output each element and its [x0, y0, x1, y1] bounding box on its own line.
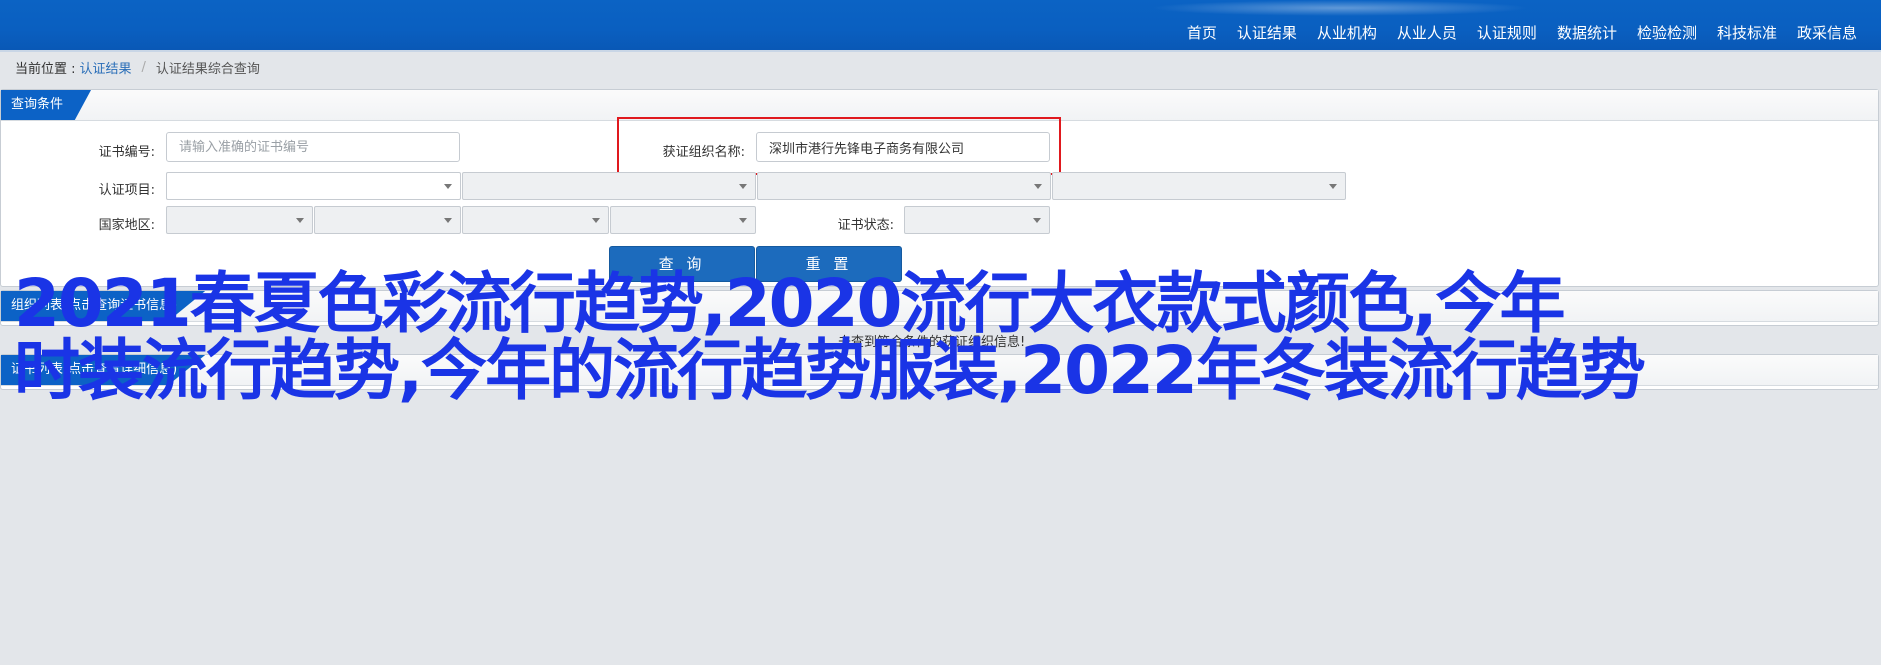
chevron-down-icon: [1329, 184, 1337, 189]
chevron-down-icon: [444, 184, 452, 189]
chevron-down-icon: [296, 218, 304, 223]
nav-item-statistics[interactable]: 数据统计: [1547, 22, 1627, 50]
cert-project-select-4[interactable]: [1052, 172, 1346, 200]
cert-project-select-1[interactable]: [166, 172, 461, 200]
overlay-watermark-text: 2021春夏色彩流行趋势,2020流行大衣款式颜色,今年 时装流行趋势,今年的流…: [14, 270, 1714, 404]
query-panel-title: 查询条件: [1, 90, 92, 120]
cert-project-select-2[interactable]: [462, 172, 756, 200]
country-select-4[interactable]: [610, 206, 756, 234]
watermark-line-1: 2021春夏色彩流行趋势,2020流行大衣款式颜色,今年: [14, 265, 1566, 342]
cert-status-select[interactable]: [904, 206, 1050, 234]
chevron-down-icon: [592, 218, 600, 223]
nav-item-procurement[interactable]: 政采信息: [1787, 22, 1867, 50]
nav-item-practitioners[interactable]: 从业人员: [1387, 22, 1467, 50]
nav-item-home[interactable]: 首页: [1177, 22, 1227, 50]
cert-project-label: 认证项目:: [98, 183, 155, 198]
top-banner: 首页 认证结果 从业机构 从业人员 认证规则 数据统计 检验检测 科技标准 政采…: [0, 0, 1881, 52]
nav-item-standards[interactable]: 科技标准: [1707, 22, 1787, 50]
chevron-down-icon: [1033, 218, 1041, 223]
country-label: 国家地区:: [98, 218, 155, 233]
highlight-annotation: [617, 117, 1061, 175]
main-nav: 首页 认证结果 从业机构 从业人员 认证规则 数据统计 检验检测 科技标准 政采…: [1177, 0, 1867, 50]
cert-project-select-3[interactable]: [757, 172, 1051, 200]
breadcrumb-link-cert-results[interactable]: 认证结果: [80, 58, 132, 77]
country-select-3[interactable]: [462, 206, 609, 234]
breadcrumb-current: 认证结果综合查询: [155, 62, 260, 77]
breadcrumb: 当前位置 : 认证结果 / 认证结果综合查询: [15, 58, 260, 77]
breadcrumb-separator: /: [141, 60, 146, 75]
nav-item-cert-rules[interactable]: 认证规则: [1467, 22, 1547, 50]
chevron-down-icon: [739, 184, 747, 189]
cert-status-label: 证书状态:: [837, 218, 894, 233]
cert-no-label: 证书编号:: [98, 145, 155, 160]
country-select-1[interactable]: [166, 206, 313, 234]
country-select-2[interactable]: [314, 206, 461, 234]
watermark-line-2: 时装流行趋势,今年的流行趋势服装,2022年冬装流行趋势: [14, 332, 1646, 409]
breadcrumb-prefix: 当前位置 :: [15, 62, 76, 77]
cert-no-input[interactable]: [166, 132, 460, 162]
chevron-down-icon: [739, 218, 747, 223]
nav-item-cert-results[interactable]: 认证结果: [1227, 22, 1307, 50]
nav-item-inspection[interactable]: 检验检测: [1627, 22, 1707, 50]
chevron-down-icon: [444, 218, 452, 223]
nav-item-institutions[interactable]: 从业机构: [1307, 22, 1387, 50]
chevron-down-icon: [1034, 184, 1042, 189]
